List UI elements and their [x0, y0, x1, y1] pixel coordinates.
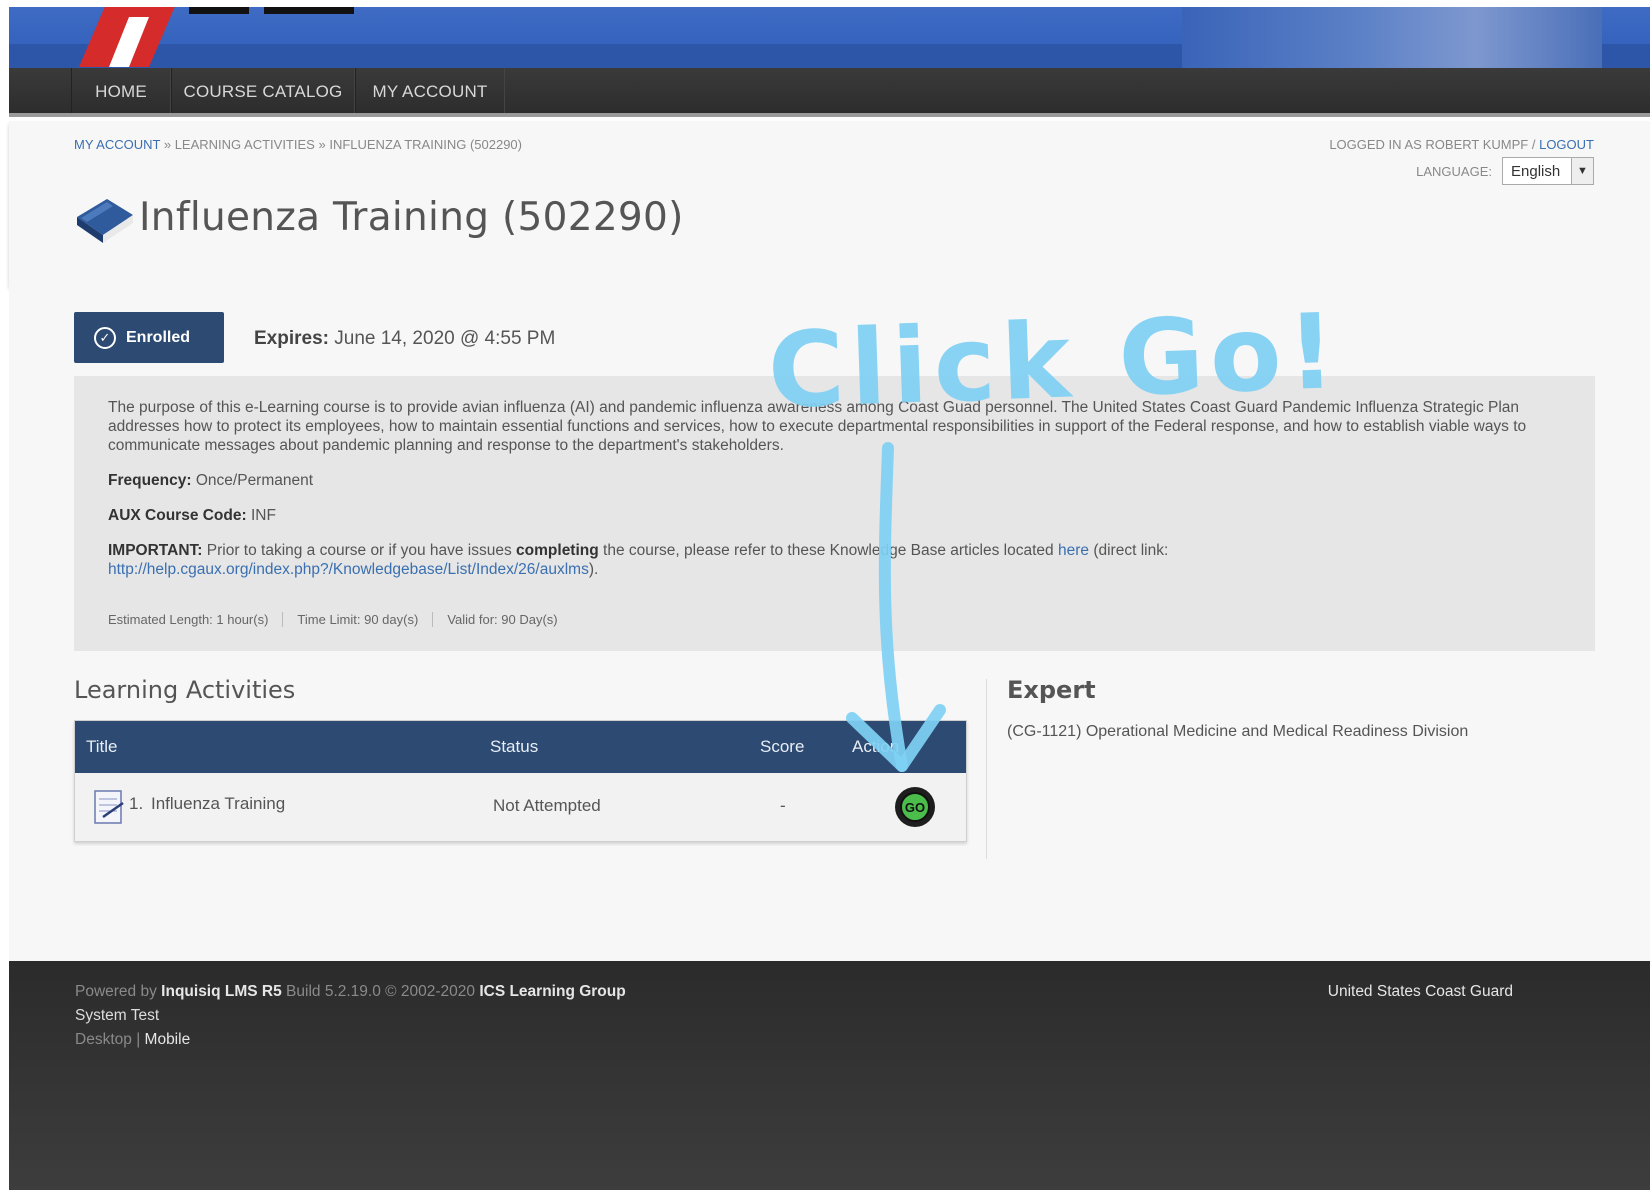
footer-powered-by: Powered by [75, 983, 157, 1000]
breadcrumb-sep: » [318, 137, 326, 152]
breadcrumb-current: INFLUENZA TRAINING (502290) [329, 137, 522, 152]
footer-sep: | [136, 1031, 141, 1048]
course-description-box: The purpose of this e-Learning course is… [74, 376, 1595, 651]
important-label: IMPORTANT: [108, 542, 203, 559]
footer-powered: Powered by Inquisiq LMS R5 Build 5.2.19.… [75, 983, 626, 1001]
login-status: LOGGED IN AS ROBERT KUMPF / LOGOUT [1329, 137, 1594, 152]
footer-mobile-link[interactable]: Mobile [145, 1031, 191, 1048]
breadcrumb: MY ACCOUNT » LEARNING ACTIVITIES » INFLU… [74, 137, 522, 152]
col-action: Action [852, 737, 900, 756]
main-nav: HOME COURSE CATALOG MY ACCOUNT [9, 68, 1650, 117]
important-bold: completing [516, 542, 599, 559]
expires-label: Expires: [254, 328, 329, 349]
logged-in-text: LOGGED IN AS ROBERT KUMPF [1329, 137, 1529, 152]
language-label: LANGUAGE: [1416, 163, 1492, 179]
breadcrumb-my-account[interactable]: MY ACCOUNT [74, 137, 160, 152]
learning-activities-table: Title Status Score Action 1. Influenza T… [74, 720, 967, 842]
important-text-2: the course, please refer to these Knowle… [603, 542, 1054, 559]
language-selector: LANGUAGE: English ▼ [1416, 157, 1594, 185]
footer-company: ICS Learning Group [479, 983, 626, 1000]
logout-link[interactable]: LOGOUT [1539, 137, 1594, 152]
meta-valid-for: Valid for: 90 Day(s) [432, 612, 571, 627]
book-icon [77, 199, 133, 243]
go-icon[interactable]: GO [900, 792, 930, 822]
header-banner [9, 7, 1650, 68]
page-header: MY ACCOUNT » LEARNING ACTIVITIES » INFLU… [9, 121, 1650, 286]
login-sep: / [1531, 137, 1536, 152]
nav-course-catalog[interactable]: COURSE CATALOG [171, 68, 355, 113]
breadcrumb-learning-activities: LEARNING ACTIVITIES [174, 137, 315, 152]
learning-activities-heading: Learning Activities [74, 676, 296, 704]
table-header: Title Status Score Action [75, 721, 966, 773]
column-divider [986, 679, 987, 859]
meta-time-limit: Time Limit: 90 day(s) [282, 612, 432, 627]
main-content: ✓ Enrolled Expires: June 14, 2020 @ 4:55… [9, 286, 1650, 961]
knowledgebase-link[interactable]: http://help.cgaux.org/index.php?/Knowled… [108, 561, 589, 578]
banner-skyline [1182, 7, 1602, 68]
footer-product: Inquisiq LMS R5 [161, 983, 282, 1000]
page-title: Influenza Training (502290) [139, 195, 684, 240]
footer-desktop[interactable]: Desktop [75, 1031, 132, 1048]
aux-code-label: AUX Course Code: [108, 507, 247, 524]
breadcrumb-sep: » [163, 137, 172, 152]
purpose-text: The purpose of this e-Learning course is… [108, 399, 1527, 454]
activity-score: - [780, 796, 786, 815]
expires-info: Expires: June 14, 2020 @ 4:55 PM [254, 328, 555, 350]
expert-heading: Expert [1007, 676, 1096, 704]
table-row: 1. Influenza Training Not Attempted - GO [75, 773, 966, 841]
here-link[interactable]: here [1058, 542, 1089, 559]
expert-text: (CG-1121) Operational Medicine and Medic… [1007, 723, 1469, 740]
footer-system: System Test [75, 1007, 160, 1024]
course-meta: Estimated Length: 1 hour(s) Time Limit: … [108, 612, 572, 627]
frequency-label: Frequency: [108, 472, 192, 489]
go-button[interactable]: GO [895, 787, 935, 827]
chevron-down-icon[interactable]: ▼ [1571, 158, 1593, 184]
activity-title: Influenza Training [151, 794, 286, 813]
nav-home[interactable]: HOME [71, 68, 171, 113]
check-circle-icon: ✓ [94, 326, 116, 349]
document-icon [94, 790, 124, 824]
course-description: The purpose of this e-Learning course is… [108, 398, 1578, 595]
aux-code-row: AUX Course Code: INF [108, 506, 1578, 525]
direct-prefix: (direct link: [1093, 542, 1169, 559]
footer-view-switch: Desktop | Mobile [75, 1031, 190, 1049]
important-row: IMPORTANT: Prior to taking a course or i… [108, 541, 1578, 579]
col-title: Title [86, 737, 118, 756]
footer: Powered by Inquisiq LMS R5 Build 5.2.19.… [9, 961, 1650, 1190]
enrolled-label: Enrolled [126, 328, 191, 346]
frequency-value: Once/Permanent [195, 472, 314, 489]
col-score: Score [760, 737, 805, 756]
enrolled-badge: ✓ Enrolled [74, 312, 224, 363]
col-status: Status [490, 737, 539, 756]
language-selected: English [1511, 162, 1561, 180]
frequency-row: Frequency: Once/Permanent [108, 471, 1578, 490]
footer-build: Build 5.2.19.0 © 2002-2020 [286, 983, 475, 1000]
language-select[interactable]: English ▼ [1502, 157, 1594, 185]
footer-org: United States Coast Guard [1327, 983, 1513, 1000]
row-number: 1. [129, 794, 144, 813]
nav-my-account[interactable]: MY ACCOUNT [355, 68, 505, 113]
expires-value: June 14, 2020 @ 4:55 PM [334, 328, 556, 349]
activity-status: Not Attempted [493, 796, 601, 815]
meta-length: Estimated Length: 1 hour(s) [108, 612, 269, 627]
direct-suffix: ). [588, 561, 599, 578]
site-logo[interactable] [69, 7, 369, 67]
aux-code-value: INF [250, 507, 276, 524]
important-text-1: Prior to taking a course or if you have … [206, 542, 512, 559]
